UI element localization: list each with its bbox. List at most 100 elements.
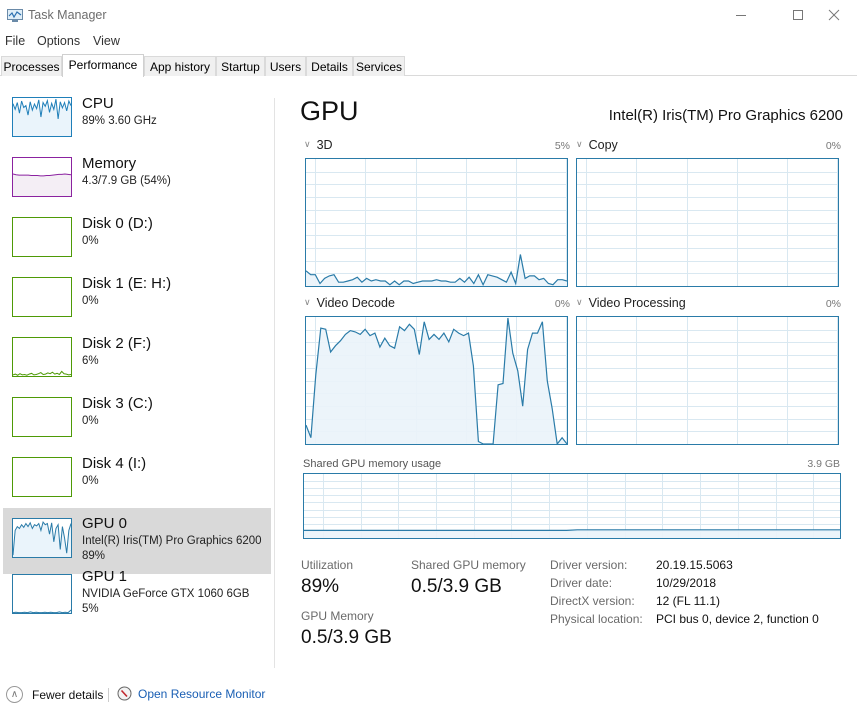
sidebar-item-title: Disk 0 (D:) — [82, 215, 153, 232]
engine-copy-graph — [576, 158, 839, 287]
graph-area — [304, 529, 840, 538]
tab-performance[interactable]: Performance — [62, 54, 144, 77]
sidebar-item-detail: NVIDIA GeForce GTX 1060 6GB — [82, 588, 250, 600]
engine-copy-selector[interactable]: ∨ Copy — [576, 138, 618, 152]
sidebar-item-gpu-0[interactable]: GPU 0 Intel(R) Iris(TM) Pro Graphics 6200… — [3, 508, 271, 574]
sidebar-item-detail: Intel(R) Iris(TM) Pro Graphics 6200 — [82, 535, 262, 547]
sidebar-item-disk-2-f[interactable]: Disk 2 (F:) 6% — [3, 330, 271, 390]
chevron-down-icon: ∨ — [576, 297, 583, 307]
sidebar-item-detail: 89% 3.60 GHz — [82, 115, 157, 127]
maximize-icon — [793, 10, 803, 20]
close-button[interactable] — [811, 0, 857, 30]
sidebar-thumbnail-graph — [12, 157, 72, 197]
menu-options[interactable]: Options — [37, 34, 80, 48]
sidebar-item-detail: 0% — [82, 475, 99, 487]
gpu-memory-value: 0.5/3.9 GB — [301, 627, 392, 648]
engine-3d-percent: 5% — [554, 140, 570, 152]
minimize-icon — [736, 15, 746, 16]
shared-memory-graph — [303, 473, 841, 539]
sidebar-item-title: CPU — [82, 95, 114, 112]
open-resource-monitor-label: Open Resource Monitor — [138, 686, 266, 701]
graph-line — [304, 529, 840, 532]
engine-3d-label: 3D — [316, 138, 333, 152]
shared-memory-max: 3.9 GB — [807, 458, 840, 470]
menu-view[interactable]: View — [93, 34, 120, 48]
physical-location-label: Physical location: — [550, 612, 643, 626]
tab-users[interactable]: Users — [265, 56, 306, 76]
shared-gpu-memory-label: Shared GPU memory — [411, 558, 526, 572]
sidebar-item-detail: 4.3/7.9 GB (54%) — [82, 175, 171, 187]
directx-version-label: DirectX version: — [550, 594, 635, 608]
sidebar-item-disk-4-i[interactable]: Disk 4 (I:) 0% — [3, 450, 271, 510]
sidebar-item-usage: 89% — [82, 550, 106, 562]
thumbnail-area — [13, 99, 71, 136]
footer: ∧ Fewer details Open Resource Monitor — [0, 683, 857, 707]
sidebar-thumbnail-graph — [12, 397, 72, 437]
sidebar-thumbnail-graph — [12, 217, 72, 257]
shared-memory-label: Shared GPU memory usage — [303, 458, 442, 470]
physical-location-value: PCI bus 0, device 2, function 0 — [656, 612, 819, 626]
thumbnail-area — [13, 173, 71, 196]
sidebar-thumbnail-graph — [12, 457, 72, 497]
sidebar-item-gpu-1[interactable]: GPU 1 NVIDIA GeForce GTX 1060 6GB 5% — [3, 568, 271, 634]
gpu-model-name: Intel(R) Iris(TM) Pro Graphics 6200 — [608, 107, 843, 124]
shared-gpu-memory-value: 0.5/3.9 GB — [411, 576, 502, 597]
engine-video-processing-selector[interactable]: ∨ Video Processing — [576, 296, 686, 310]
directx-version-value: 12 (FL 11.1) — [656, 594, 721, 608]
sidebar-item-title: Memory — [82, 155, 137, 172]
sidebar-item-usage: 5% — [82, 603, 99, 615]
open-resource-monitor-link[interactable]: Open Resource Monitor — [117, 686, 265, 701]
page-title: GPU — [300, 96, 359, 126]
sidebar-item-disk-0-d[interactable]: Disk 0 (D:) 0% — [3, 210, 271, 270]
sidebar-divider — [274, 98, 275, 668]
sidebar-item-title: Disk 3 (C:) — [82, 395, 153, 412]
sidebar-item-title: GPU 0 — [82, 515, 128, 532]
task-manager-icon — [7, 9, 23, 22]
tab-app-history[interactable]: App history — [144, 56, 216, 76]
driver-version-label: Driver version: — [550, 558, 628, 572]
driver-date-label: Driver date: — [550, 576, 613, 590]
title-bar: Task Manager — [0, 0, 857, 30]
fewer-details-button[interactable]: ∧ Fewer details — [6, 686, 103, 703]
resource-monitor-icon — [117, 686, 132, 701]
sidebar-item-cpu[interactable]: CPU 89% 3.60 GHz — [3, 90, 271, 150]
sidebar-thumbnail-graph — [12, 518, 72, 558]
sidebar-item-memory[interactable]: Memory 4.3/7.9 GB (54%) — [3, 150, 271, 210]
engine-video-decode-graph — [305, 316, 568, 445]
sidebar-item-title: Disk 1 (E: H:) — [82, 275, 172, 292]
chevron-up-icon: ∧ — [6, 686, 23, 703]
window-title: Task Manager — [28, 8, 107, 22]
engine-3d-graph — [305, 158, 568, 287]
minimize-button[interactable] — [718, 0, 764, 30]
engine-copy-percent: 0% — [825, 140, 841, 152]
engine-video-decode-label: Video Decode — [316, 296, 395, 310]
sidebar-item-disk-3-c[interactable]: Disk 3 (C:) 0% — [3, 390, 271, 450]
gpu-memory-label: GPU Memory — [301, 609, 374, 623]
sidebar-thumbnail-graph — [12, 574, 72, 614]
tab-bar: Processes Performance App history Startu… — [0, 54, 857, 77]
tab-startup[interactable]: Startup — [216, 56, 265, 76]
sidebar-item-detail: 0% — [82, 235, 99, 247]
sidebar-item-detail: 6% — [82, 355, 99, 367]
engine-3d-selector[interactable]: ∨ 3D — [304, 138, 333, 152]
engine-video-decode-selector[interactable]: ∨ Video Decode — [304, 296, 395, 310]
sidebar-item-title: Disk 2 (F:) — [82, 335, 152, 352]
chevron-down-icon: ∨ — [304, 297, 311, 307]
chevron-down-icon: ∨ — [576, 139, 583, 149]
sidebar-item-title: GPU 1 — [82, 568, 128, 585]
engine-copy-label: Copy — [588, 138, 618, 152]
sidebar-item-detail: 0% — [82, 295, 99, 307]
utilization-label: Utilization — [301, 558, 354, 572]
tab-services[interactable]: Services — [353, 56, 405, 76]
sidebar-item-disk-1-e-h[interactable]: Disk 1 (E: H:) 0% — [3, 270, 271, 330]
sidebar-thumbnail-graph — [12, 337, 72, 377]
sidebar-thumbnail-graph — [12, 277, 72, 317]
menu-file[interactable]: File — [5, 34, 25, 48]
tab-processes[interactable]: Processes — [1, 56, 62, 76]
sidebar-thumbnail-graph — [12, 97, 72, 137]
sidebar-item-detail: 0% — [82, 415, 99, 427]
engine-video-decode-percent: 0% — [554, 298, 570, 310]
engine-video-processing-label: Video Processing — [588, 296, 686, 310]
tab-details[interactable]: Details — [306, 56, 353, 76]
footer-divider — [108, 688, 109, 702]
